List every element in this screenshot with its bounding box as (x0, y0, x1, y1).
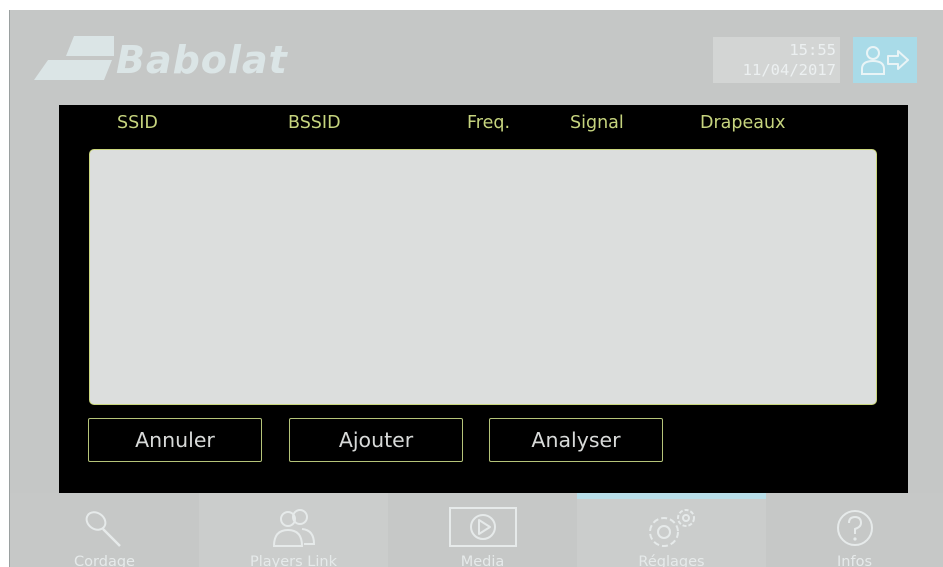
scan-button[interactable]: Analyser (489, 418, 663, 462)
tab-infos[interactable]: Infos (766, 493, 943, 567)
tab-infos-label: Infos (837, 554, 872, 567)
tab-players-link-label: Players Link (250, 554, 337, 567)
clock-display: 15:55 11/04/2017 (713, 37, 840, 83)
add-button[interactable]: Ajouter (289, 418, 463, 462)
tab-media-label: Media (460, 554, 505, 567)
bottom-nav: Cordage Players Link Media Réglages Info… (10, 493, 943, 567)
clock-date: 11/04/2017 (742, 61, 836, 79)
tab-players-link[interactable]: Players Link (199, 493, 388, 567)
logo-wordmark: Babolat (116, 38, 288, 82)
tab-reglages[interactable]: Réglages (577, 493, 766, 567)
tab-cordage-label: Cordage (74, 554, 135, 567)
babolat-logo-mark (34, 36, 114, 80)
active-tab-indicator (577, 493, 766, 499)
column-header-signal: Signal (570, 113, 624, 133)
racket-icon (85, 511, 121, 547)
play-icon (448, 507, 517, 547)
players-icon (272, 509, 315, 547)
babolat-logo: Babolat (34, 34, 334, 84)
app-screen: Babolat 15:55 11/04/2017 SSID BSSID Freq… (10, 10, 943, 567)
tab-media[interactable]: Media (388, 493, 577, 567)
column-header-ssid: SSID (117, 113, 158, 133)
network-list[interactable] (89, 149, 877, 405)
logout-button[interactable] (853, 37, 917, 83)
column-header-flags: Drapeaux (700, 113, 786, 133)
user-logout-icon (861, 46, 909, 75)
help-icon (836, 510, 873, 546)
cancel-button[interactable]: Annuler (88, 418, 262, 462)
clock-time: 15:55 (789, 41, 836, 59)
column-header-bssid: BSSID (288, 113, 341, 133)
wifi-scan-dialog: SSID BSSID Freq. Signal Drapeaux Annuler… (59, 105, 908, 495)
column-header-freq: Freq. (467, 113, 511, 133)
gears-icon (648, 509, 695, 547)
tab-cordage[interactable]: Cordage (10, 493, 199, 567)
tab-reglages-label: Réglages (638, 554, 705, 567)
